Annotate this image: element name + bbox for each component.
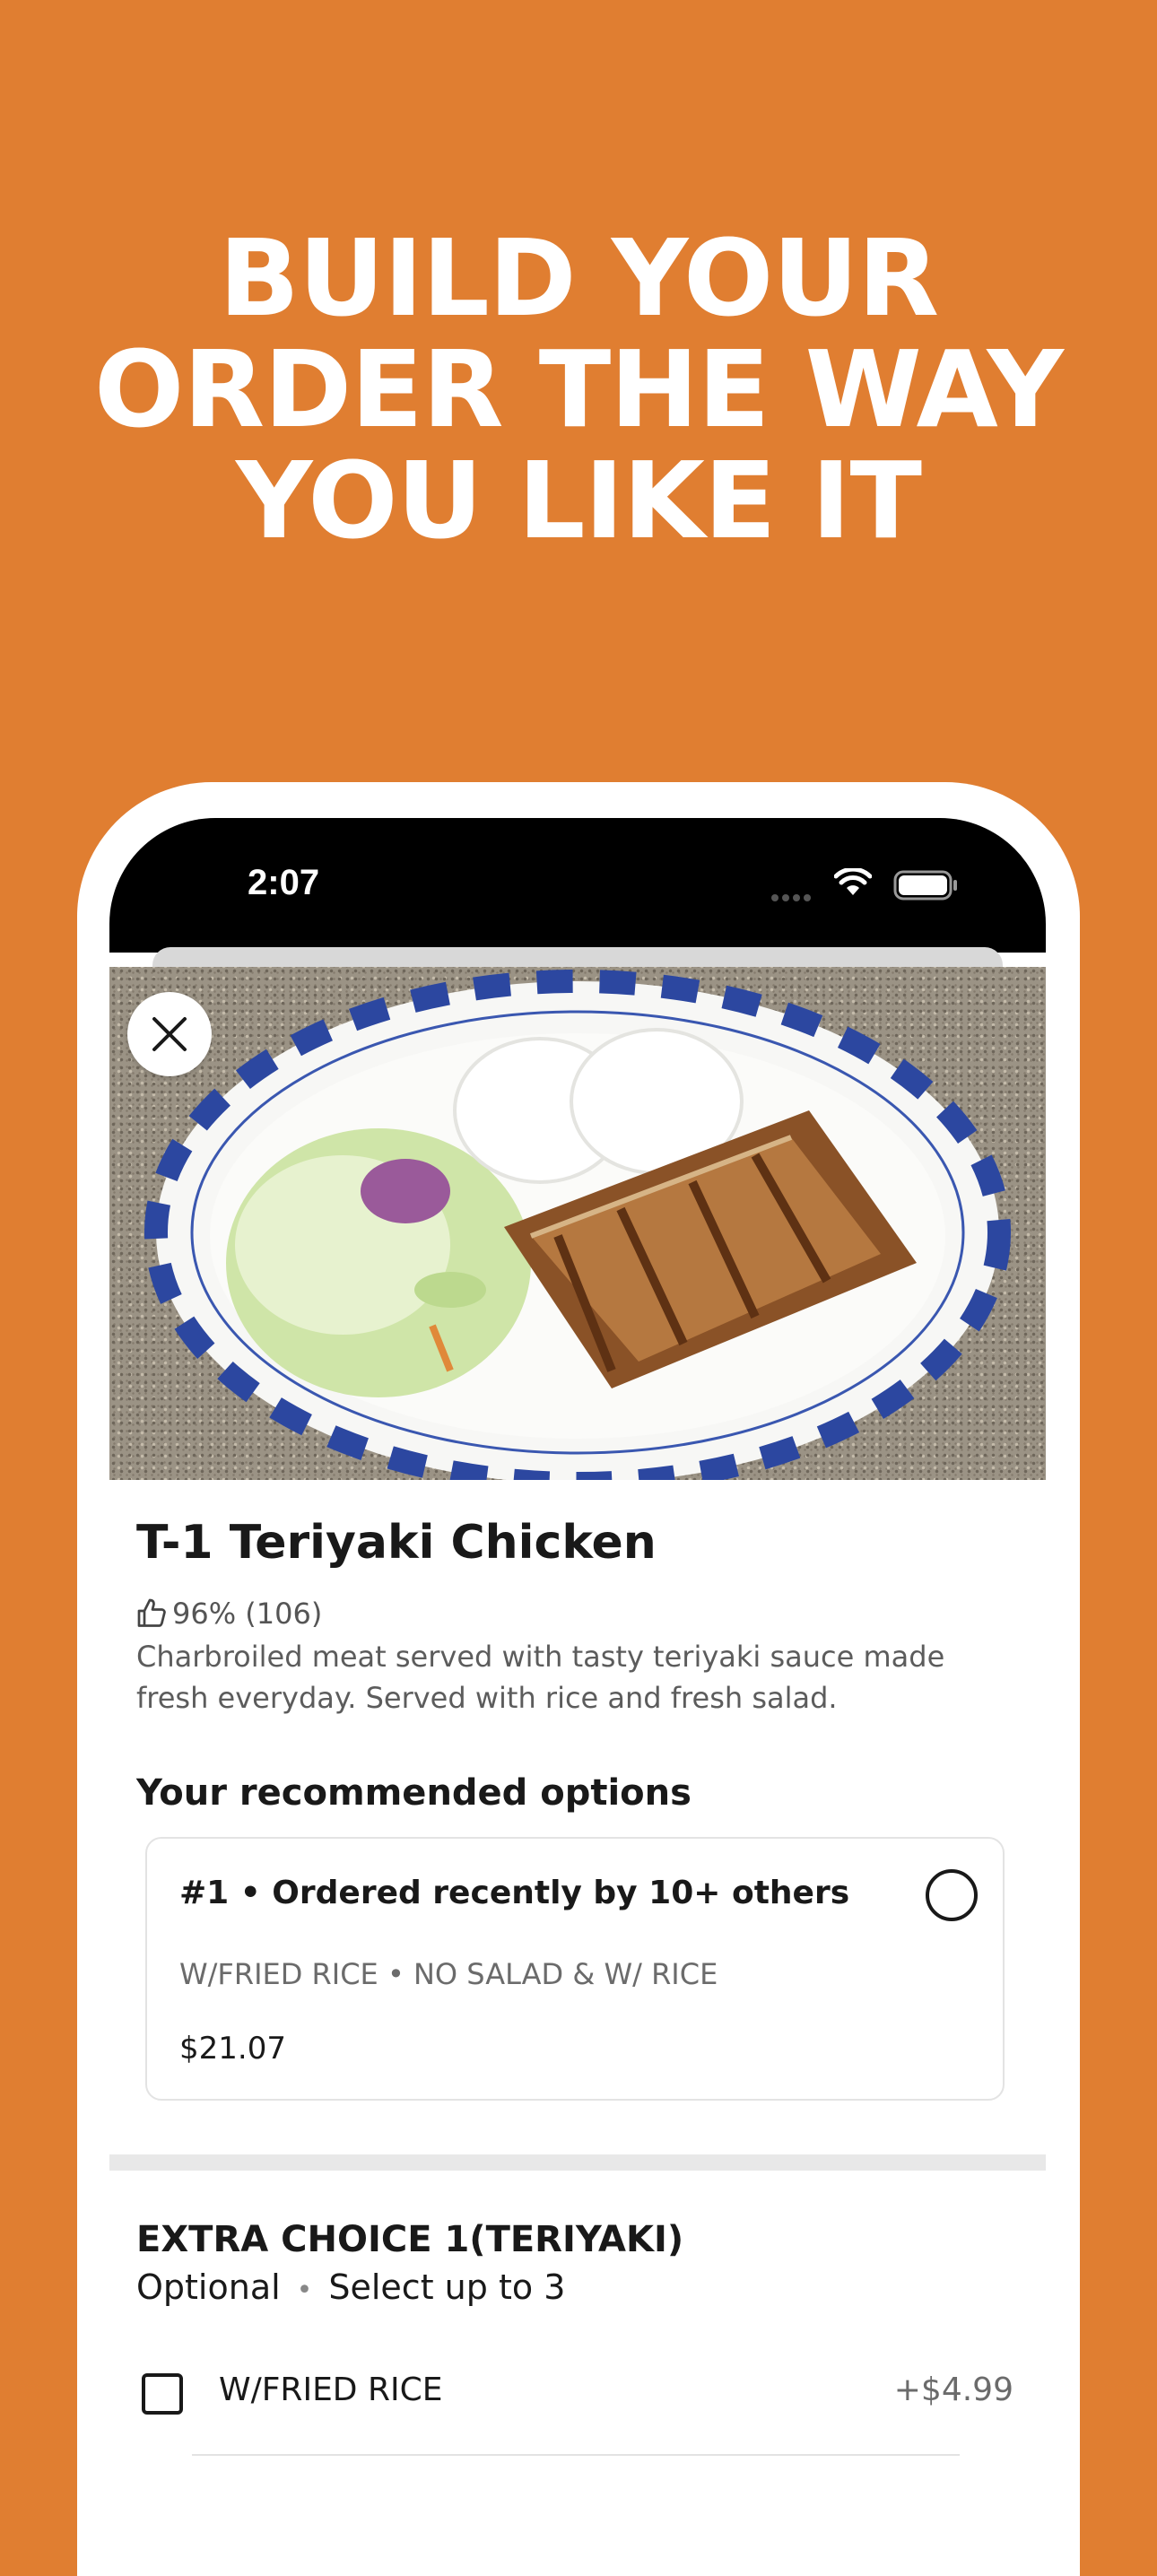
extra-choice-option[interactable]: W/FRIED RICE +$4.99 [136,2363,1013,2431]
thumbs-up-icon [137,1598,166,1627]
teriyaki-chicken-plate-photo [109,967,1046,1480]
close-icon [152,1017,187,1051]
option-checkbox[interactable] [142,2373,183,2415]
plate-illustration [144,970,1011,1480]
separator-dot: • [296,2275,313,2306]
promo-headline: BUILD YOUR ORDER THE WAY YOU LIKE IT [0,222,1157,556]
recommended-option-radio[interactable] [926,1869,978,1921]
recommended-option-title: #1 • Ordered recently by 10+ others [179,1875,850,1911]
extra-choice-limit: Select up to 3 [328,2267,566,2307]
recommended-option-choices: W/FRIED RICE • NO SALAD & W/ RICE [179,1957,718,1991]
rating-text: 96% (106) [172,1597,323,1631]
extra-choice-requirement: Optional [136,2267,281,2307]
headline-line-3: YOU LIKE IT [235,439,922,562]
item-description: Charbroiled meat served with tasty teriy… [136,1640,945,1715]
section-divider [109,2154,1046,2171]
recommended-options-heading: Your recommended options [136,1772,692,1814]
battery-icon [893,870,957,901]
option-label: W/FRIED RICE [219,2371,443,2408]
recommended-option-card[interactable]: #1 • Ordered recently by 10+ others W/FR… [145,1837,1005,2101]
option-divider [192,2454,960,2456]
headline-line-1: BUILD YOUR [218,216,939,340]
wifi-icon [834,868,872,895]
extra-choice-subtitle: Optional • Select up to 3 [136,2267,565,2307]
option-price: +$4.99 [893,2371,1013,2408]
cellular-signal-icon [771,888,814,905]
status-time: 2:07 [248,863,320,902]
item-title: T-1 Teriyaki Chicken [136,1516,657,1570]
headline-line-2: ORDER THE WAY [94,327,1064,451]
extra-choice-title: EXTRA CHOICE 1(TERIYAKI) [136,2219,684,2260]
phone-screen: 2:07 T-1 Teriyaki Chicken 96% (106) Char… [109,818,1046,2508]
status-bar: 2:07 [109,818,1046,953]
item-rating: 96% (106) [136,1597,322,1631]
recommended-option-price: $21.07 [179,2031,286,2067]
close-button[interactable] [127,992,212,1076]
